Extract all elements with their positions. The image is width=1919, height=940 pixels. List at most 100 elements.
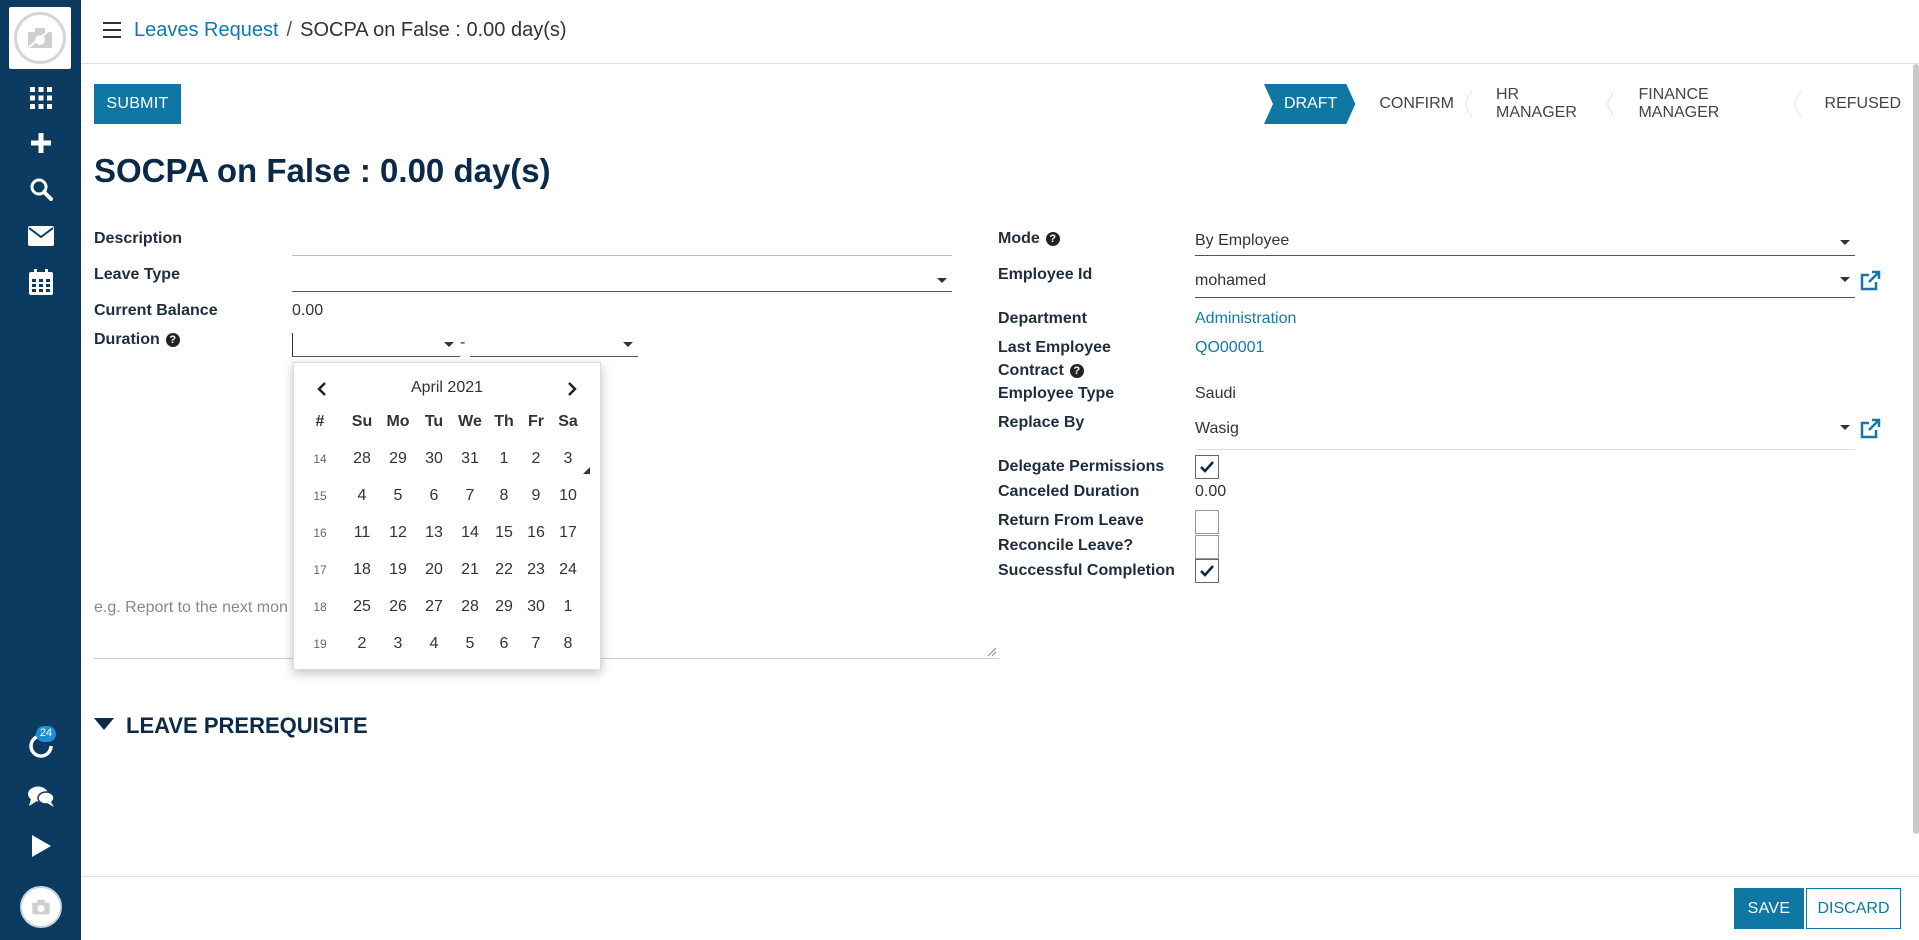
calendar-day[interactable]: 4 [342, 487, 382, 505]
duration-date-to-input[interactable] [470, 333, 638, 357]
calendar-day[interactable]: 19 [378, 561, 418, 579]
calendar-day[interactable]: 4 [414, 635, 454, 653]
check-icon [1200, 461, 1214, 473]
employee-id-label: Employee Id [998, 266, 1093, 283]
calendar-day[interactable]: 5 [378, 487, 418, 505]
menu-toggle-icon[interactable] [103, 22, 121, 38]
stage-draft[interactable]: DRAFT [1264, 84, 1355, 124]
replace-by-select[interactable] [1195, 420, 1855, 450]
week-number: 16 [313, 526, 327, 540]
stage-hr-manager[interactable]: HR MANAGER [1471, 84, 1618, 124]
duration-date-from-input[interactable] [292, 333, 460, 357]
status-stage-bar: DRAFT CONFIRM HR MANAGER FINANCE MANAGER… [1264, 84, 1919, 124]
calendar-day[interactable]: 18 [342, 561, 382, 579]
external-link-icon[interactable] [1858, 417, 1882, 441]
calendar-day[interactable]: 17 [548, 524, 588, 542]
duration-label: Duration? [94, 331, 180, 349]
stage-finance-manager[interactable]: FINANCE MANAGER [1614, 84, 1804, 124]
calendar-day[interactable]: 8 [548, 635, 588, 653]
calendar-day[interactable]: 12 [378, 524, 418, 542]
department-label: Department [998, 310, 1087, 327]
calendar-day[interactable]: 2 [342, 635, 382, 653]
calendar-day[interactable]: 29 [378, 450, 418, 468]
date-to-dropdown-icon[interactable] [623, 342, 633, 347]
canceled-duration-value: 0.00 [1195, 483, 1227, 500]
last-contract-link[interactable]: QO00001 [1195, 339, 1264, 357]
calendar-day[interactable]: 30 [414, 450, 454, 468]
activity-icon[interactable]: 24 [0, 726, 81, 762]
date-from-dropdown-icon[interactable] [444, 342, 454, 347]
calendar-day[interactable]: 25 [342, 598, 382, 616]
breadcrumb-separator: / [286, 19, 293, 41]
save-button[interactable]: SAVE [1734, 888, 1804, 929]
next-month-icon[interactable] [562, 379, 582, 399]
calendar-day[interactable]: 6 [414, 487, 454, 505]
delegate-permissions-checkbox[interactable] [1195, 455, 1219, 479]
leave-type-label: Leave Type [94, 266, 180, 283]
mode-label: Mode? [998, 230, 1060, 248]
delegate-permissions-label: Delegate Permissions [998, 458, 1165, 475]
company-logo[interactable] [9, 7, 71, 69]
external-link-icon[interactable] [1858, 269, 1882, 293]
leave-prerequisite-title: LEAVE PREREQUISITE [126, 713, 368, 738]
submit-button[interactable]: SUBMIT [94, 84, 181, 124]
user-avatar[interactable] [20, 886, 62, 928]
weekday-header: # [315, 413, 325, 430]
successful-completion-checkbox[interactable] [1195, 559, 1219, 583]
calendar-day[interactable]: 13 [414, 524, 454, 542]
today-marker-icon [583, 467, 590, 474]
calendar-day[interactable]: 3 [548, 450, 588, 468]
stage-confirm[interactable]: CONFIRM [1355, 84, 1475, 124]
top-bar: Leaves Request / SOCPA on False : 0.00 d… [81, 0, 1919, 64]
calendar-day[interactable]: 20 [414, 561, 454, 579]
calendar-day[interactable]: 26 [378, 598, 418, 616]
calendar-day[interactable]: 28 [342, 450, 382, 468]
caret-down-icon [94, 718, 114, 730]
play-icon[interactable] [0, 830, 81, 862]
calendar-day[interactable]: 1 [548, 598, 588, 616]
reconcile-leave-checkbox[interactable] [1195, 535, 1219, 559]
leave-type-dropdown-icon[interactable] [937, 278, 947, 283]
breadcrumb: Leaves Request / SOCPA on False : 0.00 d… [134, 19, 567, 42]
mode-dropdown-icon[interactable] [1840, 240, 1850, 245]
calendar-icon[interactable] [0, 266, 81, 298]
help-icon[interactable]: ? [1069, 364, 1084, 378]
mode-select[interactable] [1195, 232, 1855, 256]
description-input[interactable] [292, 232, 952, 256]
help-icon[interactable]: ? [165, 333, 180, 347]
return-from-leave-checkbox[interactable] [1195, 510, 1219, 534]
leave-type-select[interactable] [292, 268, 952, 292]
employee-type-value: Saudi [1195, 385, 1236, 402]
search-icon[interactable] [0, 173, 81, 205]
canceled-duration-label: Canceled Duration [998, 483, 1140, 500]
chat-icon[interactable] [0, 781, 81, 813]
app-sidebar: 24 [0, 0, 81, 940]
employee-id-dropdown-icon[interactable] [1840, 277, 1850, 282]
week-number: 19 [313, 637, 327, 651]
duration-separator: - [460, 334, 466, 351]
plus-icon[interactable] [0, 127, 81, 159]
discard-button[interactable]: DISCARD [1806, 888, 1901, 929]
calendar-day[interactable]: 3 [378, 635, 418, 653]
mail-icon[interactable] [0, 220, 81, 252]
calendar-day[interactable]: 10 [548, 487, 588, 505]
employee-type-label: Employee Type [998, 385, 1115, 402]
breadcrumb-leaves-request-link[interactable]: Leaves Request [134, 19, 279, 42]
department-link[interactable]: Administration [1195, 310, 1296, 328]
calendar-day[interactable]: 11 [342, 524, 382, 542]
resize-handle-icon[interactable] [987, 647, 997, 657]
datepicker-month-title[interactable]: April 2021 [294, 379, 600, 397]
breadcrumb-current: SOCPA on False : 0.00 day(s) [300, 19, 567, 41]
apps-icon[interactable] [0, 82, 81, 114]
last-employee-contract-label: Contract? [998, 362, 1084, 380]
replace-by-dropdown-icon[interactable] [1840, 425, 1850, 430]
page-scrollbar[interactable] [1913, 64, 1919, 834]
calendar-day[interactable]: 27 [414, 598, 454, 616]
weekday-header: Su [351, 413, 373, 430]
leave-prerequisite-section-toggle[interactable]: LEAVE PREREQUISITE [94, 713, 368, 739]
week-number: 15 [313, 489, 327, 503]
help-icon[interactable]: ? [1045, 232, 1060, 246]
employee-id-select[interactable] [1195, 272, 1855, 298]
stage-refused[interactable]: REFUSED [1800, 84, 1919, 124]
calendar-day[interactable]: 24 [548, 561, 588, 579]
